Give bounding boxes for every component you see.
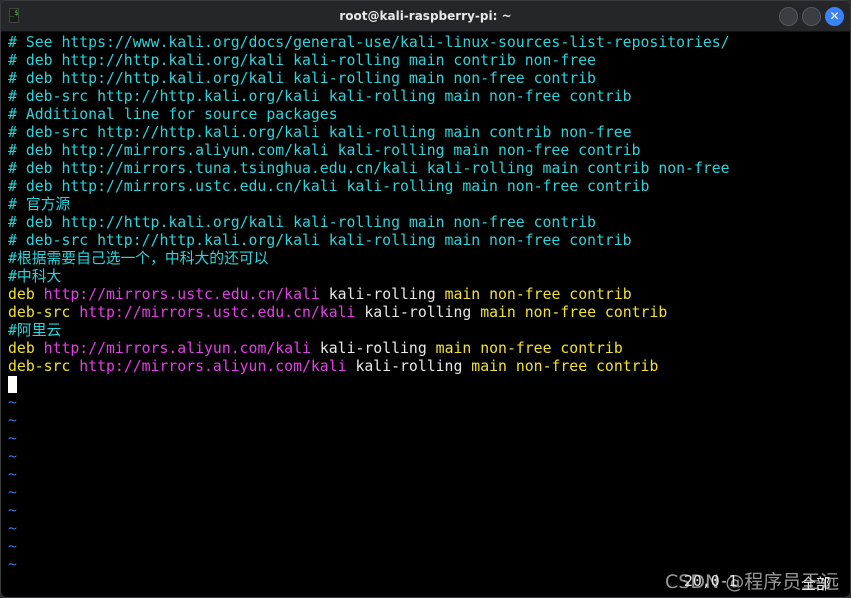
comment-line: # 官方源 (8, 196, 71, 213)
close-button[interactable]: ✕ (825, 7, 844, 26)
editor-line: deb http://mirrors.ustc.edu.cn/kali kali… (8, 286, 730, 304)
comment-line: # deb http://mirrors.aliyun.com/kali kal… (8, 142, 641, 159)
cursor-position: 20,0-1 (684, 573, 738, 590)
empty-line-tilde: ~ (8, 484, 17, 501)
empty-line-tilde: ~ (8, 412, 17, 429)
distribution: kali-rolling (355, 358, 463, 375)
distribution: kali-rolling (328, 286, 436, 303)
components: main non-free contrib (444, 286, 632, 303)
comment-line: # See https://www.kali.org/docs/general-… (8, 34, 730, 51)
empty-line-tilde: ~ (8, 430, 17, 447)
comment-line: # Additional line for source packages (8, 106, 338, 123)
editor-line: ~ (8, 520, 730, 538)
editor-line: # 官方源 (8, 196, 730, 214)
maximize-button[interactable] (802, 7, 821, 26)
comment-line: # deb-src http://http.kali.org/kali kali… (8, 88, 632, 105)
scroll-status: 全部 (801, 576, 831, 593)
editor-line: # deb http://http.kali.org/kali kali-rol… (8, 52, 730, 70)
comment-line: # deb http://http.kali.org/kali kali-rol… (8, 70, 596, 87)
text-cursor (8, 376, 17, 393)
empty-line-tilde: ~ (8, 502, 17, 519)
editor-line: ~ (8, 430, 730, 448)
editor-line: deb-src http://mirrors.ustc.edu.cn/kali … (8, 304, 730, 322)
distribution: kali-rolling (319, 340, 427, 357)
empty-line-tilde: ~ (8, 556, 17, 573)
minimize-button[interactable] (779, 7, 798, 26)
editor-line (8, 376, 730, 394)
editor-line: # deb http://http.kali.org/kali kali-rol… (8, 70, 730, 88)
editor-line: ~ (8, 484, 730, 502)
editor-line: ~ (8, 538, 730, 556)
editor-line: ~ (8, 466, 730, 484)
editor-line: #根据需要自己选一个，中科大的还可以 (8, 250, 730, 268)
source-url: http://mirrors.ustc.edu.cn/kali (79, 304, 356, 321)
comment-line: #中科大 (8, 268, 62, 285)
comment-line: # deb-src http://http.kali.org/kali kali… (8, 124, 632, 141)
editor-line: # Additional line for source packages (8, 106, 730, 124)
comment-line: # deb http://http.kali.org/kali kali-rol… (8, 52, 596, 69)
source-url: http://mirrors.aliyun.com/kali (43, 340, 311, 357)
empty-line-tilde: ~ (8, 538, 17, 555)
window-title: root@kali-raspberry-pi: ~ (339, 9, 512, 23)
empty-line-tilde: ~ (8, 466, 17, 483)
components: main non-free contrib (471, 358, 659, 375)
terminal-window: _$ root@kali-raspberry-pi: ~ ✕ # See htt… (0, 0, 851, 598)
editor-line: # deb http://mirrors.aliyun.com/kali kal… (8, 142, 730, 160)
editor-line: ~ (8, 502, 730, 520)
editor-line: deb http://mirrors.aliyun.com/kali kali-… (8, 340, 730, 358)
source-type: deb-src (8, 304, 71, 321)
comment-line: # deb http://mirrors.ustc.edu.cn/kali ka… (8, 178, 650, 195)
editor-line: #中科大 (8, 268, 730, 286)
editor-line: ~ (8, 394, 730, 412)
editor-buffer[interactable]: # See https://www.kali.org/docs/general-… (8, 34, 730, 574)
source-url: http://mirrors.aliyun.com/kali (79, 358, 347, 375)
empty-line-tilde: ~ (8, 394, 17, 411)
comment-line: #根据需要自己选一个，中科大的还可以 (8, 250, 269, 267)
comment-line: #阿里云 (8, 322, 62, 339)
source-type: deb-src (8, 358, 71, 375)
editor-line: # deb-src http://http.kali.org/kali kali… (8, 88, 730, 106)
editor-line: # deb http://mirrors.ustc.edu.cn/kali ka… (8, 178, 730, 196)
editor-line: deb-src http://mirrors.aliyun.com/kali k… (8, 358, 730, 376)
components: main non-free contrib (480, 304, 668, 321)
comment-line: # deb http://http.kali.org/kali kali-rol… (8, 214, 596, 231)
editor-line: ~ (8, 556, 730, 574)
source-url: http://mirrors.ustc.edu.cn/kali (43, 286, 320, 303)
editor-line: ~ (8, 448, 730, 466)
title-bar[interactable]: _$ root@kali-raspberry-pi: ~ ✕ (1, 1, 850, 32)
source-type: deb (8, 286, 35, 303)
editor-line: ~ (8, 412, 730, 430)
comment-line: # deb-src http://http.kali.org/kali kali… (8, 232, 632, 249)
editor-line: #阿里云 (8, 322, 730, 340)
editor-line: # deb http://mirrors.tuna.tsinghua.edu.c… (8, 160, 730, 178)
editor-line: # See https://www.kali.org/docs/general-… (8, 34, 730, 52)
components: main non-free contrib (435, 340, 623, 357)
empty-line-tilde: ~ (8, 448, 17, 465)
editor-line: # deb-src http://http.kali.org/kali kali… (8, 124, 730, 142)
source-type: deb (8, 340, 35, 357)
distribution: kali-rolling (364, 304, 472, 321)
editor-line: # deb-src http://http.kali.org/kali kali… (8, 232, 730, 250)
editor-line: # deb http://http.kali.org/kali kali-rol… (8, 214, 730, 232)
comment-line: # deb http://mirrors.tuna.tsinghua.edu.c… (8, 160, 730, 177)
empty-line-tilde: ~ (8, 520, 17, 537)
